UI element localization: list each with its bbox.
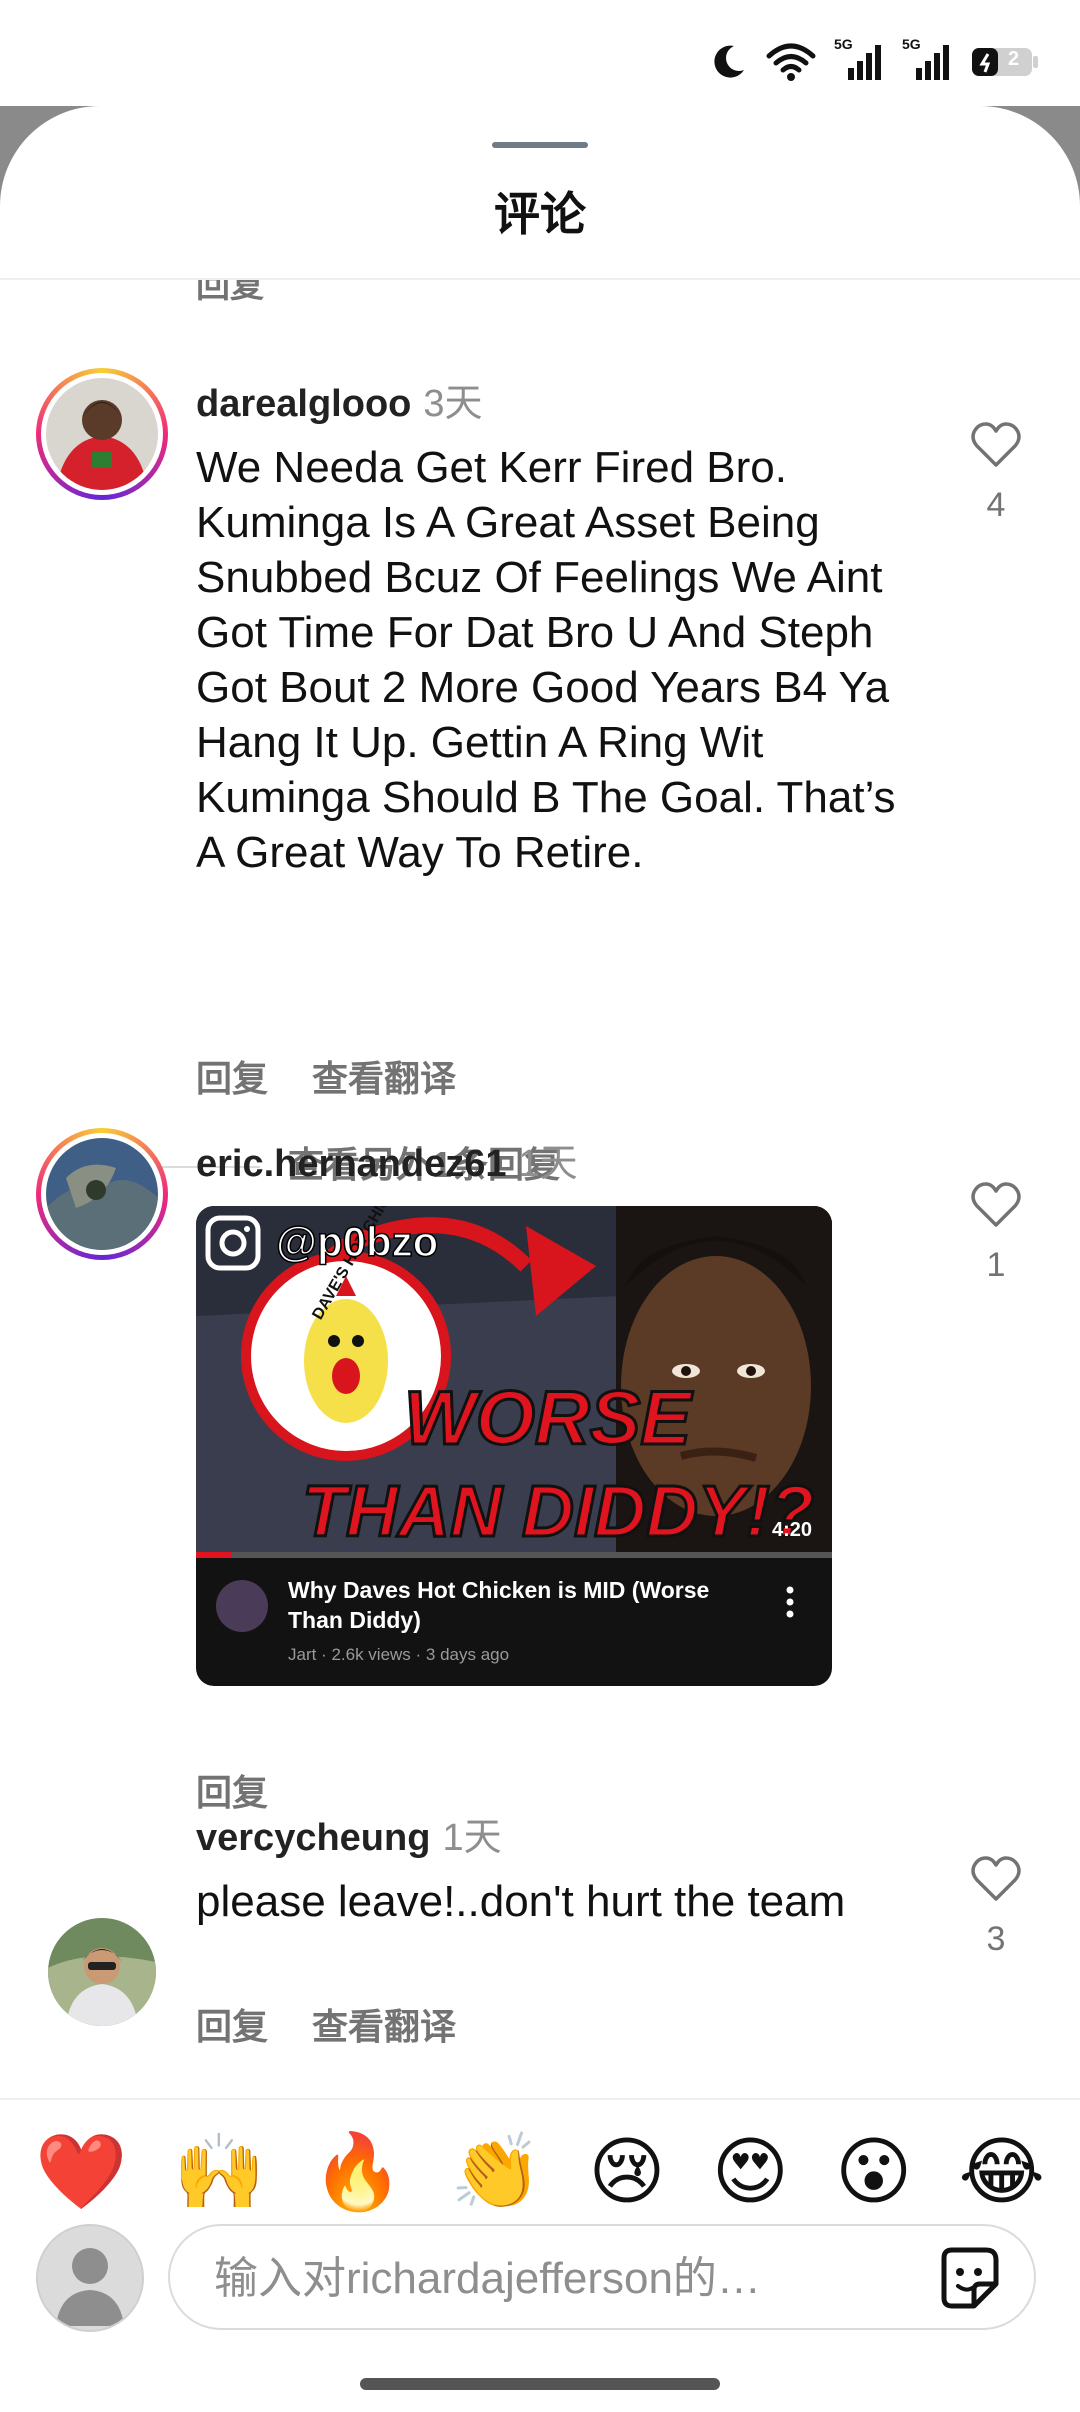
battery-level: 2 (1008, 48, 1020, 70)
emoji-button[interactable]: 😂 (958, 2135, 1044, 2209)
comments-sheet: 评论 回复 darealglooo 3天 We Needa Get Kerr F… (0, 106, 1080, 2412)
video-thumbnail: DAVE'S HOT CHICKEN @p0bzo WORSE THAN DID… (196, 1206, 832, 1664)
timestamp: 1天 (442, 1817, 502, 1859)
comment-text: please leave!..don't hurt the team (196, 1877, 846, 1926)
sticker-icon[interactable] (934, 2244, 1004, 2314)
username[interactable]: darealglooo (196, 383, 411, 425)
video-title: Why Daves Hot Chicken is MID (Worse Than… (288, 1577, 716, 1633)
emoji-bar: ❤️ 🙌 🔥 👏 😢 😍 😮 😂 (0, 2122, 1080, 2222)
comment-text: We Needa Get Kerr Fired Bro. Kuminga Is … (196, 443, 896, 877)
drag-handle[interactable] (492, 142, 588, 148)
emoji-button[interactable]: ❤️ (35, 2135, 127, 2209)
comment-meta: vercycheung 1天 (196, 1806, 502, 1861)
username[interactable]: vercycheung (196, 1817, 430, 1859)
network-label: 5G (834, 36, 853, 52)
media-headline: THAN DIDDY!? (302, 1472, 814, 1552)
comment-meta: darealglooo 3天 (196, 372, 483, 427)
sheet-title: 评论 (494, 188, 586, 240)
comment-meta: eric.hernandez61 1天 (196, 1132, 578, 1187)
emoji-button[interactable]: 😮 (835, 2135, 912, 2209)
signal-5g-icon: 5G (834, 36, 884, 82)
like-count: 1 (986, 1246, 1006, 1284)
emoji-button[interactable]: 🔥 (312, 2135, 404, 2209)
reply-button[interactable]: 回复 (196, 280, 264, 307)
heart-icon[interactable] (971, 1182, 1021, 1228)
timestamp: 1天 (518, 1143, 578, 1185)
username[interactable]: eric.hernandez61 (196, 1143, 506, 1185)
moon-icon (708, 42, 748, 82)
comment-input[interactable] (212, 2250, 856, 2308)
reply-button[interactable]: 回复 (196, 2006, 268, 2047)
comment-actions: 回复 查看翻译 (196, 1998, 500, 2050)
status-bar: 5G 5G 2 (0, 0, 1080, 108)
timestamp: 3天 (423, 383, 483, 425)
heart-icon[interactable] (971, 1856, 1021, 1902)
media-headline: WORSE (404, 1376, 693, 1461)
status-icons: 5G 5G 2 (708, 36, 1040, 86)
translate-button[interactable]: 查看翻译 (312, 2006, 456, 2047)
comments-list[interactable]: 回复 darealglooo 3天 We Needa Get Kerr Fire… (0, 280, 1080, 2200)
emoji-button[interactable]: 😍 (712, 2135, 789, 2209)
wifi-icon (766, 42, 816, 82)
current-user-avatar[interactable] (36, 2224, 144, 2332)
like-count: 3 (986, 1920, 1006, 1958)
heart-icon[interactable] (971, 422, 1021, 468)
emoji-button[interactable]: 👏 (450, 2135, 542, 2209)
comment-actions: 回复 查看翻译 (196, 1050, 500, 1102)
comment-composer (168, 2224, 1036, 2330)
translate-button[interactable]: 查看翻译 (312, 1058, 456, 1099)
like-control: 4 (962, 422, 1030, 525)
video-meta: Jart · 2.6k views · 3 days ago (288, 1645, 509, 1664)
video-duration: 4:20 (772, 1519, 812, 1541)
battery-icon: 2 (970, 42, 1040, 82)
emoji-button[interactable]: 😢 (588, 2135, 665, 2209)
media-attachment[interactable]: DAVE'S HOT CHICKEN @p0bzo WORSE THAN DID… (196, 1206, 832, 1686)
avatar[interactable] (48, 1918, 156, 2026)
like-count: 4 (986, 486, 1006, 524)
media-handle: @p0bzo (276, 1218, 438, 1265)
divider (0, 2098, 1080, 2100)
reply-button[interactable]: 回复 (196, 1058, 268, 1099)
signal-5g-icon: 5G (902, 36, 952, 82)
emoji-button[interactable]: 🙌 (173, 2135, 265, 2209)
like-control: 3 (962, 1856, 1030, 1959)
home-indicator[interactable] (360, 2378, 720, 2390)
avatar[interactable] (36, 1128, 168, 1260)
network-label: 5G (902, 36, 921, 52)
avatar[interactable] (36, 368, 168, 500)
like-control: 1 (962, 1182, 1030, 1285)
